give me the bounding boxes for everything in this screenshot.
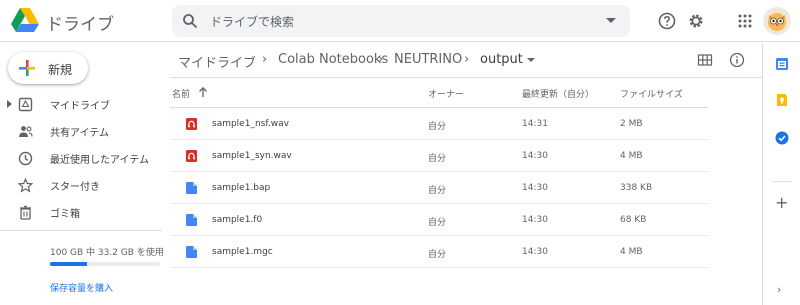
document-file-icon: [186, 214, 197, 226]
recent-icon: [18, 151, 33, 166]
sidebar-item-label: 最近使用したアイテム: [50, 155, 149, 166]
document-file-icon: [186, 182, 197, 194]
sidebar-divider: [0, 230, 162, 231]
plus-icon: [19, 60, 35, 76]
table-row[interactable]: sample1.bap 自分 14:30 338 KB: [170, 172, 708, 204]
sort-arrow-up-icon[interactable]: [198, 86, 208, 98]
breadcrumb-separator-icon: ›: [378, 52, 384, 67]
help-icon[interactable]: [658, 12, 676, 30]
file-name: sample1.f0: [212, 215, 263, 225]
breadcrumb-item-output[interactable]: output: [480, 52, 523, 67]
column-header-name[interactable]: 名前: [172, 87, 190, 100]
sidebar-item-label: スター付き: [50, 182, 100, 193]
app-title: ドライブ: [46, 15, 114, 35]
storage-usage-fill: [50, 262, 87, 266]
folder-menu-dropdown-icon[interactable]: [527, 58, 535, 62]
apps-grid-icon[interactable]: [736, 12, 754, 30]
breadcrumb-separator-icon: ›: [262, 52, 268, 67]
top-bar: ドライブ ドライブで検索: [0, 0, 800, 42]
drive-logo-icon[interactable]: [10, 6, 40, 34]
file-modified: 14:30: [522, 151, 548, 161]
file-size: 4 MB: [620, 247, 643, 257]
file-size: 4 MB: [620, 151, 643, 161]
side-panel-divider: [773, 181, 791, 182]
file-name: sample1.bap: [212, 183, 271, 193]
file-owner: 自分: [428, 250, 447, 260]
sidebar-item-label: ゴミ箱: [50, 209, 80, 220]
table-row[interactable]: sample1.mgc 自分 14:30 4 MB: [170, 236, 708, 268]
audio-file-icon: [186, 150, 197, 162]
shared-icon: [19, 126, 33, 137]
table-row[interactable]: sample1_nsf.wav 自分 14:31 2 MB: [170, 108, 708, 140]
grid-view-icon[interactable]: [697, 52, 713, 68]
sidebar-item-my-drive[interactable]: マイドライブ: [0, 91, 170, 117]
search-icon[interactable]: [182, 13, 198, 29]
tasks-icon[interactable]: [775, 131, 789, 145]
storage-usage-bar: [50, 262, 160, 266]
file-owner: 自分: [428, 154, 447, 164]
breadcrumb-item-neutrino[interactable]: NEUTRINO: [394, 52, 462, 67]
settings-gear-icon[interactable]: [687, 12, 705, 30]
breadcrumb-item-my-drive[interactable]: マイドライブ: [178, 52, 256, 71]
column-header-modified[interactable]: 最終更新（自分）: [522, 87, 594, 100]
sidebar: 新規 マイドライブ 共有アイテム 最近使用したアイテム スター付き ゴミ箱 10…: [0, 43, 170, 305]
file-owner: 自分: [428, 218, 447, 228]
file-modified: 14:31: [522, 119, 548, 129]
file-size: 2 MB: [620, 119, 643, 129]
breadcrumb-separator-icon: ›: [464, 52, 470, 67]
file-name: sample1_nsf.wav: [212, 119, 289, 129]
file-size: 338 KB: [620, 183, 653, 193]
collapse-panel-chevron-icon[interactable]: ›: [777, 283, 781, 296]
search-options-dropdown-icon[interactable]: [606, 18, 616, 23]
storage-usage-text: 100 GB 中 33.2 GB を使用: [50, 248, 164, 258]
file-modified: 14:30: [522, 183, 548, 193]
sidebar-item-label: 共有アイテム: [50, 128, 109, 139]
side-panel: + ›: [762, 43, 800, 305]
sidebar-item-recent[interactable]: 最近使用したアイテム: [0, 145, 170, 171]
new-button-label: 新規: [48, 63, 73, 77]
avatar-image: [768, 13, 786, 31]
new-button[interactable]: 新規: [8, 52, 88, 84]
sidebar-item-shared[interactable]: 共有アイテム: [0, 118, 170, 144]
file-size: 68 KB: [620, 215, 647, 225]
search-input[interactable]: ドライブで検索: [210, 13, 294, 30]
table-row[interactable]: sample1.f0 自分 14:30 68 KB: [170, 204, 708, 236]
column-header-size[interactable]: ファイルサイズ: [620, 87, 683, 100]
trash-icon: [20, 205, 31, 220]
table-row[interactable]: sample1_syn.wav 自分 14:30 4 MB: [170, 140, 708, 172]
add-addon-plus-icon[interactable]: +: [775, 193, 788, 212]
info-icon[interactable]: [729, 52, 745, 68]
file-owner: 自分: [428, 122, 447, 132]
sidebar-item-trash[interactable]: ゴミ箱: [0, 199, 170, 225]
file-name: sample1.mgc: [212, 247, 273, 257]
breadcrumb: マイドライブ › Colab Notebooks › NEUTRINO › ou…: [170, 43, 762, 78]
breadcrumb-item-colab-notebooks[interactable]: Colab Notebooks: [278, 52, 388, 67]
search-bar[interactable]: ドライブで検索: [172, 5, 630, 37]
file-name: sample1_syn.wav: [212, 151, 292, 161]
audio-file-icon: [186, 118, 197, 130]
sidebar-item-starred[interactable]: スター付き: [0, 172, 170, 198]
file-modified: 14:30: [522, 247, 548, 257]
buy-storage-link[interactable]: 保存容量を購入: [50, 281, 113, 294]
expand-arrow-icon[interactable]: [7, 100, 12, 108]
document-file-icon: [186, 246, 197, 258]
file-owner: 自分: [428, 186, 447, 196]
column-header-owner[interactable]: オーナー: [428, 87, 464, 100]
my-drive-icon: [18, 97, 33, 112]
calendar-icon[interactable]: [775, 57, 789, 71]
keep-icon[interactable]: [775, 93, 789, 107]
file-modified: 14:30: [522, 215, 548, 225]
sidebar-item-label: マイドライブ: [50, 101, 110, 112]
star-icon: [18, 178, 33, 193]
account-avatar[interactable]: [763, 7, 791, 35]
file-table-header: 名前 オーナー 最終更新（自分） ファイルサイズ: [170, 78, 708, 108]
